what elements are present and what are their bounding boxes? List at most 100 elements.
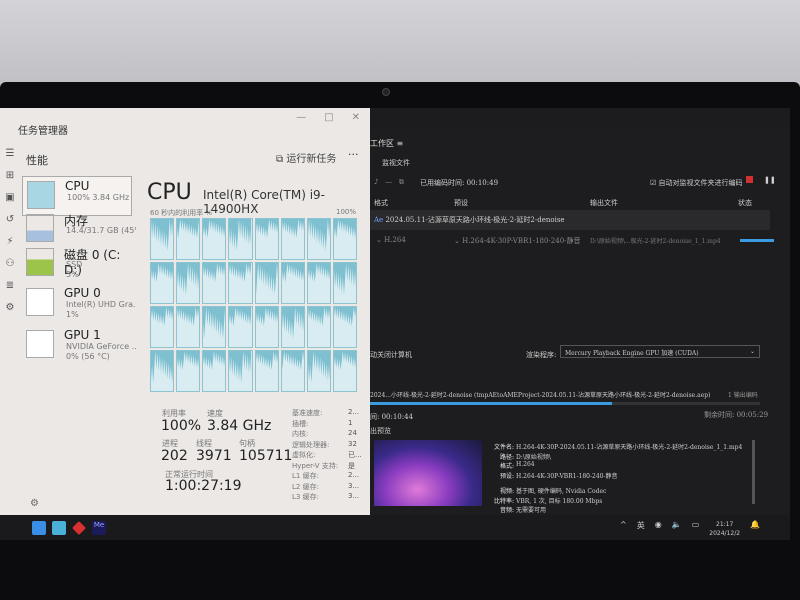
run-new-task-label: 运行新任务 bbox=[286, 154, 337, 165]
cpu-core-graph bbox=[254, 218, 279, 260]
auto-encode-label: 自动对监视文件夹进行编码 bbox=[658, 179, 743, 187]
cpu-title: CPU bbox=[147, 180, 192, 205]
spec-value: 32 bbox=[348, 439, 357, 448]
graph-max: 100% bbox=[336, 208, 357, 216]
window-title: 任务管理器 bbox=[18, 126, 68, 137]
volume-icon[interactable]: 🔈 bbox=[672, 520, 682, 538]
output-preview-label: 出预览 bbox=[370, 427, 391, 435]
screen: 任务管理器 — □ ✕ ☰ ⊞ ▣ ↺ ⚡ ⚇ ≣ ⚙ 性能 ⧉ 运行新任务 ··· CPU … bbox=[0, 108, 790, 540]
spec-value: 2... bbox=[348, 471, 360, 479]
remove-button[interactable]: ♪ — ⧉ bbox=[374, 178, 404, 187]
app-taskbar-icon[interactable] bbox=[72, 520, 86, 535]
sidebar-item-detail: NVIDIA GeForce ... bbox=[66, 342, 136, 351]
cpu-core-graph bbox=[306, 218, 331, 260]
sidebar-item-name: CPU bbox=[65, 179, 90, 193]
users-icon[interactable]: ⚇ bbox=[6, 258, 15, 269]
taskbar: Me ^ 英 ◉ 🔈 ▭ 21:17 2024/12/2 🔔 bbox=[0, 515, 790, 540]
minimize-button[interactable]: — bbox=[296, 112, 306, 123]
spec-value: 1 bbox=[348, 418, 353, 427]
cpu-core-graph bbox=[332, 350, 357, 392]
stop-button[interactable] bbox=[746, 176, 753, 183]
spec-value: 24 bbox=[348, 429, 357, 437]
watch-folders-tab[interactable]: 监视文件 bbox=[382, 158, 410, 168]
col-status: 状态 bbox=[738, 199, 752, 207]
detail-label: 视频: bbox=[499, 488, 514, 495]
maximize-button[interactable]: □ bbox=[324, 112, 333, 123]
sidebar-item-detail: SSD bbox=[66, 260, 83, 269]
task-manager-taskbar-icon[interactable] bbox=[52, 520, 66, 535]
task-manager-window: 任务管理器 — □ ✕ ☰ ⊞ ▣ ↺ ⚡ ⚇ ≣ ⚙ 性能 ⧉ 运行新任务 ··· CPU … bbox=[0, 108, 370, 515]
network-icon[interactable]: ◉ bbox=[655, 520, 662, 538]
spec-value: 3... bbox=[348, 492, 360, 500]
shutdown-option[interactable]: 动关闭计算机 bbox=[370, 350, 412, 360]
sidebar-item-2[interactable]: 磁盘 0 (C: D:) SSD 5% bbox=[22, 244, 132, 284]
sidebar-graph bbox=[26, 288, 54, 316]
webcam bbox=[382, 88, 390, 96]
clock-time: 21:17 bbox=[716, 521, 734, 528]
media-encoder-taskbar-icon[interactable]: Me bbox=[92, 520, 106, 535]
cpu-core-graph bbox=[306, 306, 331, 348]
sidebar-item-detail2: 5% bbox=[66, 270, 79, 279]
startup-icon[interactable]: ⚡ bbox=[6, 236, 13, 247]
sidebar-item-3[interactable]: GPU 0 Intel(R) UHD Gra... 1% bbox=[22, 284, 136, 324]
cpu-core-graph bbox=[228, 350, 253, 392]
settings-icon[interactable]: ⚙ bbox=[30, 498, 39, 509]
detail-label: 路径: bbox=[499, 453, 514, 461]
renderer-select[interactable]: Mercury Playback Engine GPU 加速 (CUDA) ⌄ bbox=[560, 345, 760, 358]
services-icon[interactable]: ⚙ bbox=[6, 302, 15, 313]
cpu-core-graph bbox=[150, 350, 175, 392]
elapsed-time: 已用编码时间: 00:10:49 bbox=[420, 179, 499, 187]
clock[interactable]: 21:17 2024/12/2 bbox=[709, 520, 740, 538]
queue-progress bbox=[740, 239, 774, 242]
cpu-core-graph bbox=[150, 218, 175, 260]
format-select[interactable]: ⌄ H.264 bbox=[376, 236, 406, 244]
cpu-core-graph bbox=[176, 306, 201, 348]
tray-chevron-icon[interactable]: ^ bbox=[620, 520, 627, 538]
cpu-core-graph bbox=[150, 306, 175, 348]
cpu-core-graph bbox=[280, 262, 305, 304]
cpu-core-graph bbox=[150, 262, 175, 304]
workspace-tab[interactable]: 工作区 ≡ bbox=[370, 138, 403, 149]
preset-select[interactable]: ⌄ H.264-4K-30P-VBR1-180-240-静音 bbox=[454, 236, 581, 246]
history-icon[interactable]: ↺ bbox=[6, 214, 14, 225]
details-icon[interactable]: ≣ bbox=[6, 280, 14, 291]
pause-button[interactable]: ❚❚ bbox=[764, 176, 776, 184]
cpu-core-graph bbox=[332, 306, 357, 348]
renderer-label: 渲染程序: bbox=[526, 351, 557, 359]
preset-value: H.264-4K-30P-VBR1-180-240-静音 bbox=[462, 237, 581, 245]
col-format: 格式 bbox=[374, 199, 388, 207]
col-output: 输出文件 bbox=[590, 199, 618, 207]
more-button[interactable]: ··· bbox=[348, 148, 359, 161]
queue-item[interactable]: Ae 2024.05.11-沾源草原天路小环线-极光-2-延时2-denoise bbox=[370, 210, 770, 230]
output-file-link[interactable]: D:\原始视频\...极光-2-延时2-denoise_1_1.mp4 bbox=[590, 236, 721, 245]
auto-encode-checkbox[interactable]: ☑ 自动对监视文件夹进行编码 bbox=[650, 178, 743, 188]
scrollbar[interactable] bbox=[752, 440, 755, 504]
sidebar-item-4[interactable]: GPU 1 NVIDIA GeForce ... 0% (56 °C) bbox=[22, 326, 136, 366]
processes-icon[interactable]: ⊞ bbox=[6, 170, 14, 181]
cpu-core-graphs bbox=[150, 218, 357, 392]
detail-label: 比特率: bbox=[493, 497, 514, 505]
sidebar-graph bbox=[26, 248, 54, 276]
processes-value: 202 bbox=[161, 448, 188, 464]
start-icon[interactable] bbox=[32, 520, 46, 535]
cpu-core-graph bbox=[280, 218, 305, 260]
detail-label: 格式: bbox=[499, 463, 514, 470]
utilization-value: 100% bbox=[161, 418, 202, 434]
detail-value: H.264-4K-30P-VBR1-180-240-静音 bbox=[516, 472, 618, 480]
sidebar-item-detail: 14.4/31.7 GB (45%) bbox=[66, 226, 136, 235]
encoding-progress bbox=[370, 402, 612, 405]
ime-indicator[interactable]: 英 bbox=[637, 520, 645, 538]
performance-icon[interactable]: ▣ bbox=[5, 192, 14, 203]
spec-label: 基准速度: bbox=[292, 409, 323, 417]
menu-icon[interactable]: ☰ bbox=[6, 148, 15, 159]
cpu-core-graph bbox=[176, 262, 201, 304]
cpu-core-graph bbox=[202, 306, 227, 348]
sidebar-item-detail2: 1% bbox=[66, 310, 79, 319]
cpu-core-graph bbox=[306, 350, 331, 392]
handles-value: 105711 bbox=[239, 448, 293, 464]
notification-icon[interactable]: 🔔 bbox=[750, 520, 760, 538]
format-value: H.264 bbox=[384, 236, 406, 244]
close-button[interactable]: ✕ bbox=[352, 112, 360, 123]
battery-icon[interactable]: ▭ bbox=[692, 520, 700, 538]
run-new-task-button[interactable]: ⧉ 运行新任务 bbox=[276, 150, 336, 165]
